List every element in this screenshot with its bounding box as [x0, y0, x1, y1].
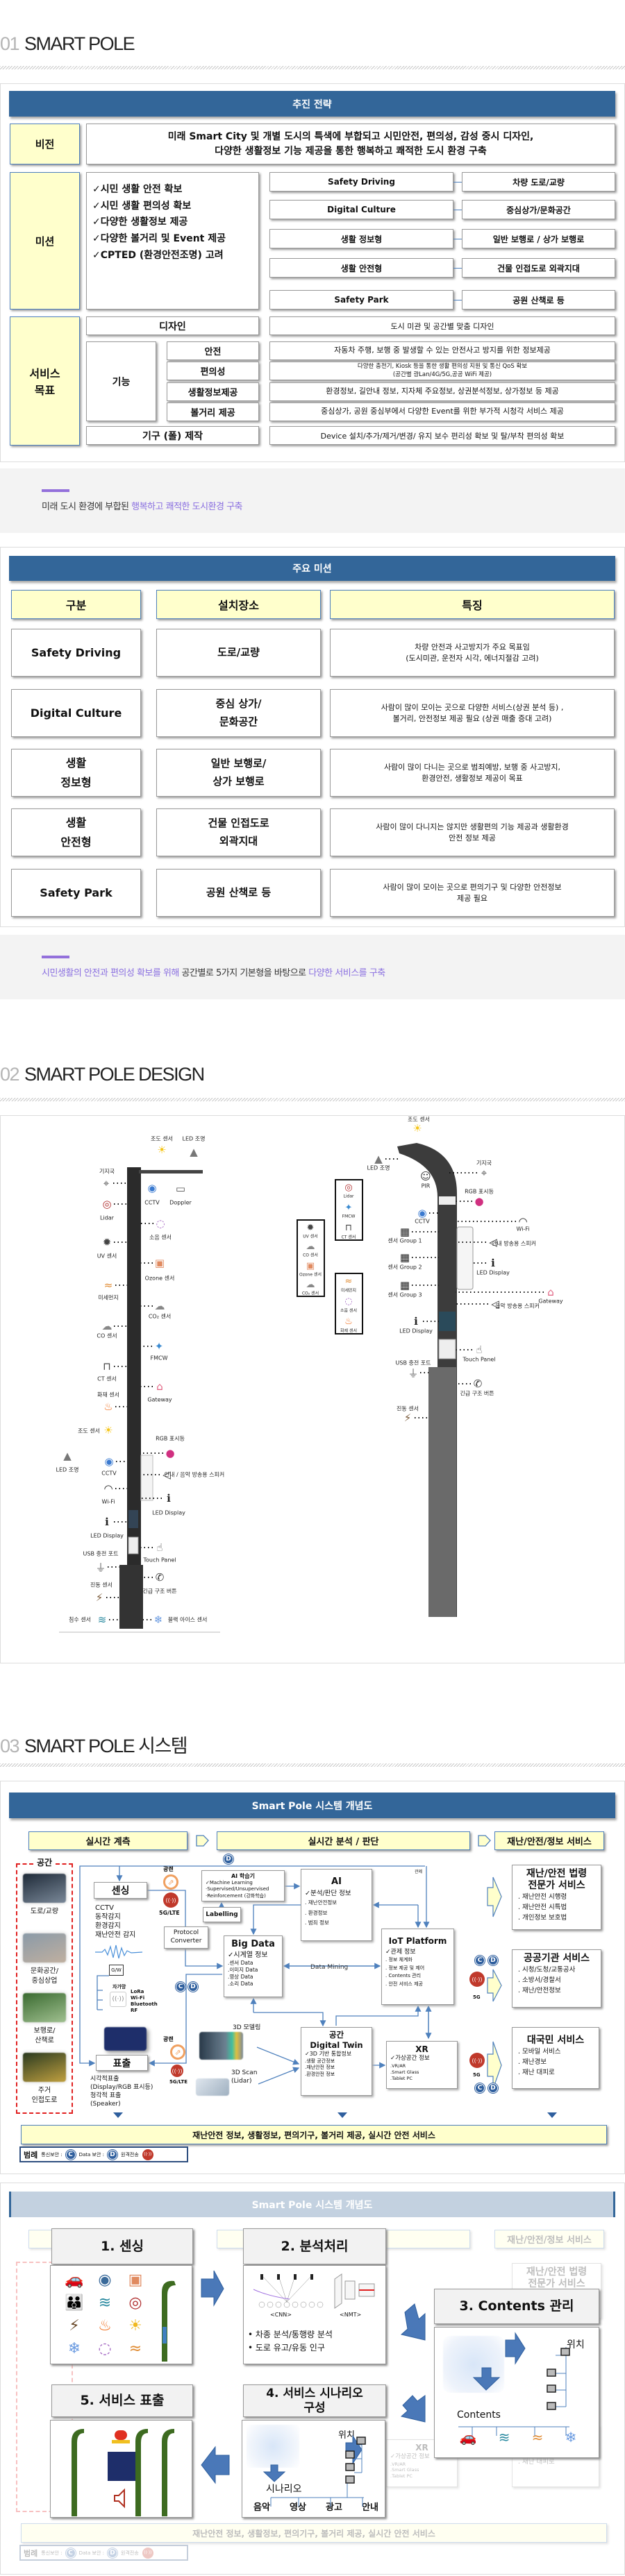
arrow-map-to-scenario	[262, 2464, 286, 2482]
arrow-step1-to-2	[201, 2270, 224, 2307]
page: 01 SMART POLE 추진 전략 비전 미래 Smart City 및 개별…	[0, 0, 625, 2576]
arrow-step2-to-3	[400, 2303, 426, 2341]
arrow-map-to-location	[505, 2332, 526, 2365]
arrow-map-to-contents	[472, 2367, 501, 2391]
arrow-step4-to-5	[201, 2446, 230, 2484]
arrow-step3-to-4	[400, 2395, 426, 2423]
step-arrows	[201, 2270, 570, 2507]
